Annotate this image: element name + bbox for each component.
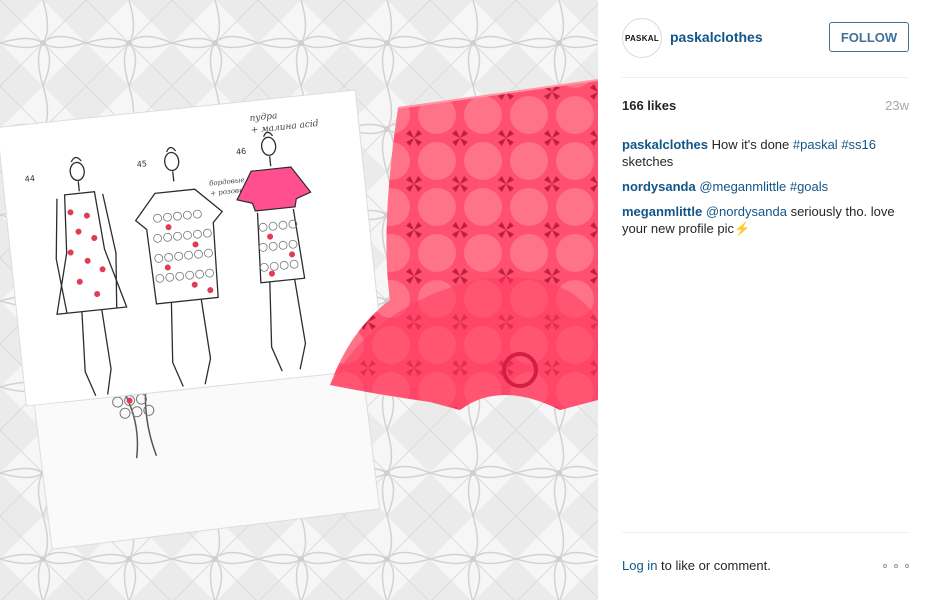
sketch-number-46: 46 [236, 147, 247, 157]
login-prompt-text: to like or comment. [661, 558, 771, 573]
post-header: PASKAL paskalclothes FOLLOW [622, 18, 909, 58]
divider [622, 532, 909, 533]
login-link[interactable]: Log in [622, 558, 657, 573]
likes-count[interactable]: 166 likes [622, 98, 676, 113]
comment-text: sketches [622, 154, 674, 169]
more-options-icon[interactable] [883, 558, 909, 574]
divider [622, 77, 909, 78]
hashtag-link[interactable]: #paskal [793, 137, 838, 152]
mention-link[interactable]: @meganmlittle [699, 179, 786, 194]
dot-icon [894, 564, 898, 568]
comment-item: nordysanda @meganmlittle #goals [622, 178, 909, 195]
comment-text: How it's done [711, 137, 790, 152]
comment-item: paskalclothes How it's done #paskal #ss1… [622, 136, 909, 170]
hashtag-link[interactable]: #ss16 [841, 137, 876, 152]
post-footer: Log in to like or comment. [622, 558, 909, 573]
avatar[interactable]: PASKAL [622, 18, 662, 58]
username-link[interactable]: paskalclothes [670, 29, 763, 45]
comment-list: paskalclothes How it's done #paskal #ss1… [622, 136, 909, 245]
post-sidebar: PASKAL paskalclothes FOLLOW 166 likes 23… [598, 0, 933, 600]
hashtag-link[interactable]: #goals [790, 179, 828, 194]
dot-icon [883, 564, 887, 568]
comment-username[interactable]: nordysanda [622, 179, 696, 194]
dot-icon [905, 564, 909, 568]
follow-button[interactable]: FOLLOW [829, 22, 909, 52]
sketch-number-45: 45 [136, 159, 147, 169]
post-age[interactable]: 23w [885, 98, 909, 113]
avatar-text: PASKAL [624, 33, 660, 43]
comment-item: meganmlittle @nordysanda seriously tho. … [622, 203, 909, 237]
post-photo[interactable]: пудра + малина acid 44 45 46 бордовые + … [0, 0, 598, 600]
comment-username[interactable]: paskalclothes [622, 137, 708, 152]
comment-username[interactable]: meganmlittle [622, 204, 702, 219]
sketch-number-44: 44 [24, 174, 35, 184]
instagram-post: пудра + малина acid 44 45 46 бордовые + … [0, 0, 933, 600]
mention-link[interactable]: @nordysanda [706, 204, 787, 219]
post-photo-illustration: пудра + малина acid 44 45 46 бордовые + … [0, 0, 598, 600]
